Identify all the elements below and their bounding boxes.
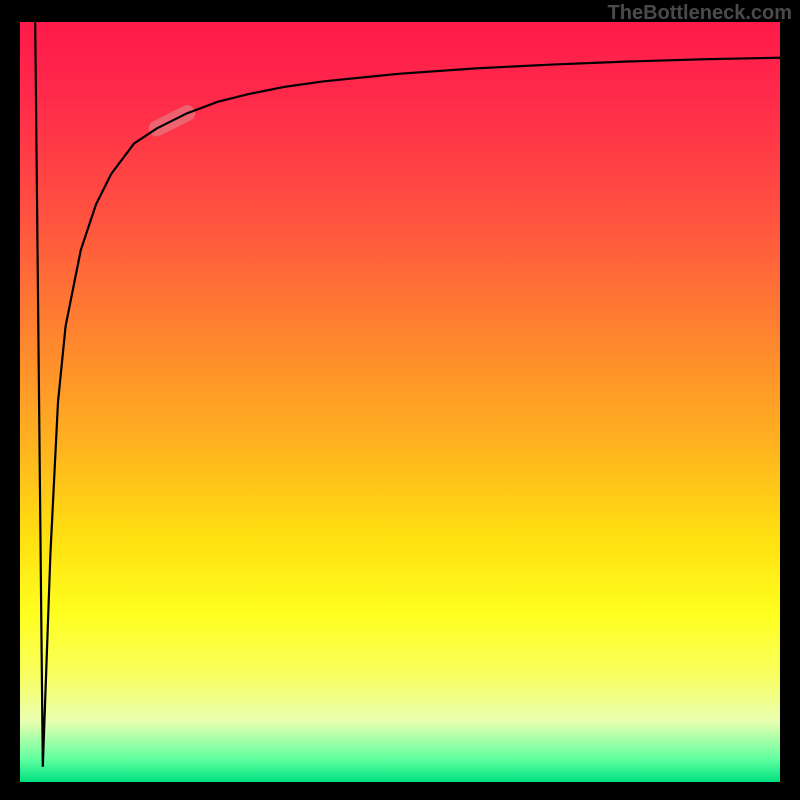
bottleneck-curve bbox=[35, 22, 780, 767]
plot-area bbox=[20, 22, 780, 782]
chart-frame: TheBottleneck.com bbox=[0, 0, 800, 800]
curve-layer bbox=[20, 22, 780, 782]
